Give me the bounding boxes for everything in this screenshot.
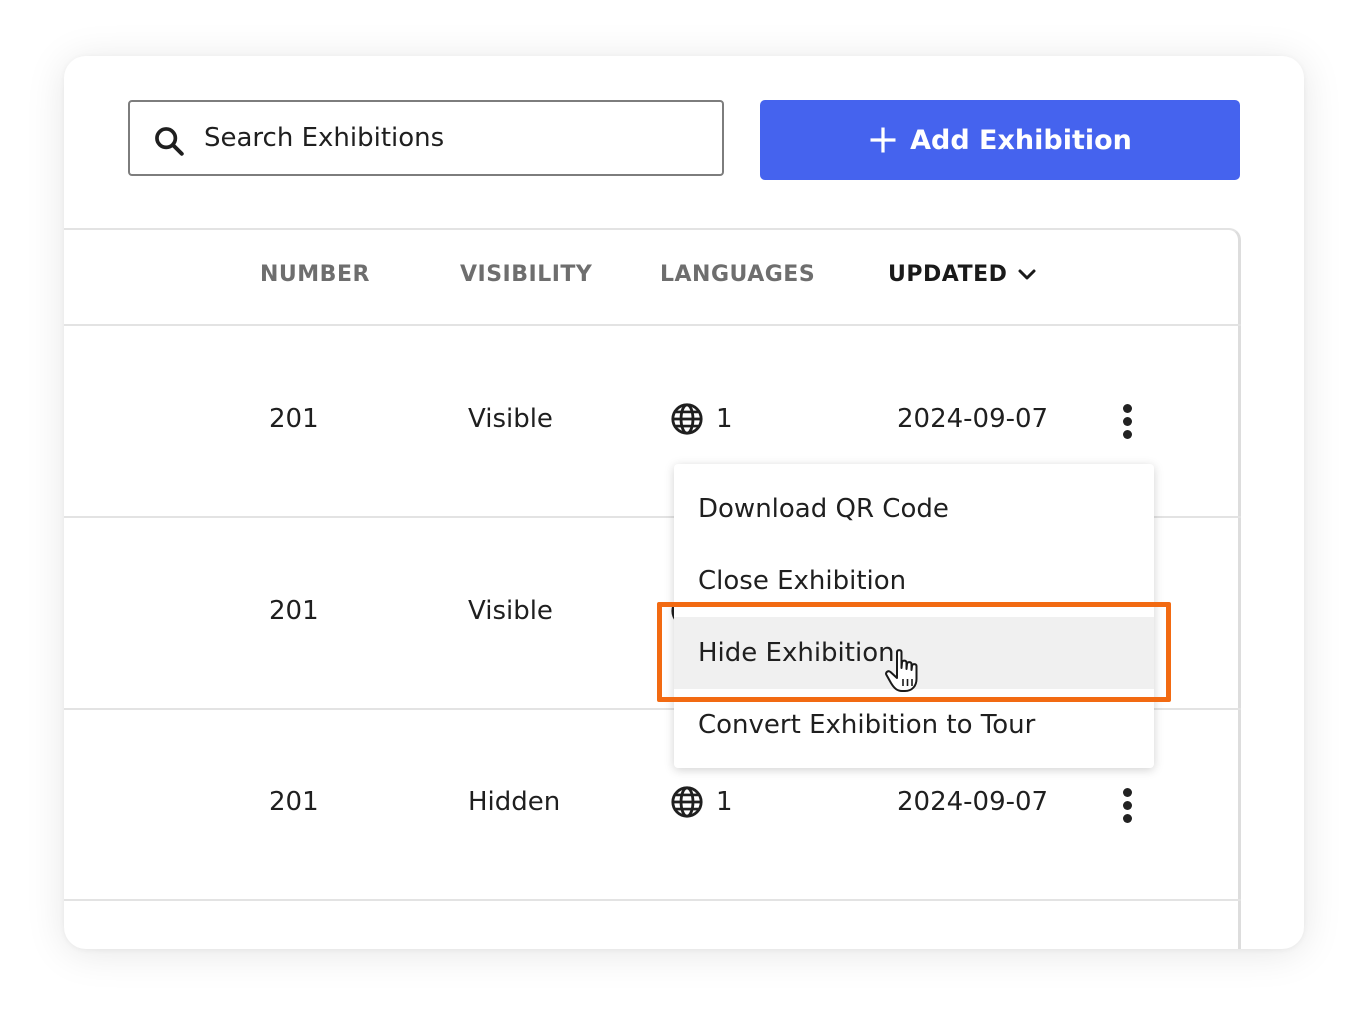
row-3-language-count: 1: [716, 787, 733, 817]
row-3-more-options-icon[interactable]: [1118, 786, 1138, 826]
menu-item-hide-exhibition[interactable]: Hide Exhibition: [674, 617, 1154, 689]
search-icon: [155, 127, 184, 156]
row-1-languages: 1: [670, 402, 733, 436]
plus-icon: [870, 127, 896, 153]
globe-icon: [671, 403, 703, 435]
column-header-visibility[interactable]: VISIBILITY: [460, 262, 592, 287]
row-3-number: 201: [269, 787, 319, 817]
globe-icon: [671, 786, 703, 818]
header-divider: [64, 324, 1241, 326]
column-header-languages[interactable]: LANGUAGES: [660, 262, 815, 287]
add-exhibition-label: Add Exhibition: [910, 124, 1132, 156]
row-1-more-options-icon[interactable]: [1118, 402, 1138, 442]
search-input[interactable]: [204, 102, 704, 174]
column-header-updated-label: UPDATED: [888, 262, 1008, 287]
row-divider: [64, 899, 1241, 901]
row-1-updated: 2024-09-07: [897, 404, 1049, 434]
search-box[interactable]: [128, 100, 724, 176]
add-exhibition-button[interactable]: Add Exhibition: [760, 100, 1240, 180]
menu-item-download-qr-code[interactable]: Download QR Code: [674, 473, 1154, 545]
row-2-number: 201: [269, 596, 319, 626]
row-1-language-count: 1: [716, 404, 733, 434]
menu-item-close-exhibition[interactable]: Close Exhibition: [674, 545, 1154, 617]
row-2-visibility: Visible: [468, 596, 553, 626]
row-1-number: 201: [269, 404, 319, 434]
chevron-down-icon: [1018, 269, 1036, 279]
column-header-updated[interactable]: UPDATED: [888, 262, 1039, 287]
row-actions-menu: Download QR Code Close Exhibition Hide E…: [674, 464, 1154, 768]
row-3-languages: 1: [670, 785, 733, 819]
column-header-number[interactable]: NUMBER: [260, 262, 370, 287]
row-3-visibility: Hidden: [468, 787, 561, 817]
row-1-visibility: Visible: [468, 404, 553, 434]
row-3-updated: 2024-09-07: [897, 787, 1049, 817]
menu-item-convert-to-tour[interactable]: Convert Exhibition to Tour: [674, 689, 1154, 761]
